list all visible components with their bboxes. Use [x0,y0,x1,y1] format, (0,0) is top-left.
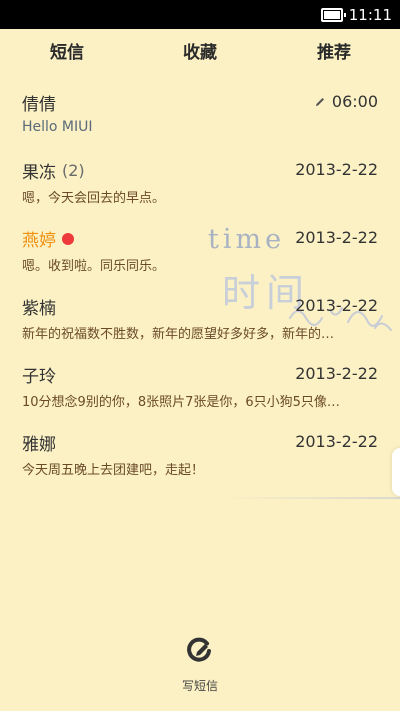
conversation-date: 2013-2-22 [295,432,378,451]
conversation-item[interactable]: 倩倩 06:00 Hello MIUI [0,77,400,145]
wallpaper-line [222,497,400,499]
contact-name: 雅娜 [22,435,56,455]
contact-name: 果冻 (2) [22,161,85,183]
status-clock: 11:11 [348,5,392,24]
conversation-list: 倩倩 06:00 Hello MIUI 果冻 (2) 2013-2-22 嗯，今… [0,77,400,485]
conversation-item[interactable]: 雅娜 2013-2-22 今天周五晚上去团建吧，走起！ [0,417,400,485]
tab-recommend[interactable]: 推荐 [317,29,351,77]
tab-bar: 短信 收藏 推荐 [0,29,400,77]
conversation-date: 2013-2-22 [295,364,378,383]
message-preview: 10分想念9别的你，8张照片7张是你，6只小狗5只像… [22,395,340,410]
conversation-item[interactable]: 紫楠 2013-2-22 新年的祝福数不胜数，新年的愿望好多好多，新年的… [0,281,400,349]
status-bar: 11:11 [0,0,400,29]
compose-label: 写短信 [181,679,218,693]
contact-name: 倩倩 [22,95,56,115]
tab-sms[interactable]: 短信 [50,29,84,77]
message-preview: 今天周五晚上去团建吧，走起！ [22,463,205,478]
message-preview: 嗯，今天会回去的早点。 [22,191,166,206]
conversation-date: 2013-2-22 [295,160,378,179]
conversation-item[interactable]: 子玲 2013-2-22 10分想念9别的你，8张照片7张是你，6只小狗5只像… [0,349,400,417]
conversation-date: 2013-2-22 [295,228,378,247]
contact-name: 子玲 [22,367,56,387]
conversation-time: 06:00 [314,92,378,111]
contact-name: 紫楠 [22,299,56,319]
message-preview: 新年的祝福数不胜数，新年的愿望好多好多，新年的… [22,327,335,342]
unread-dot-icon [62,232,74,245]
message-preview: Hello MIUI [22,119,93,135]
compose-message-button[interactable]: 写短信 [160,628,240,698]
conversation-date: 2013-2-22 [295,296,378,315]
conversation-item[interactable]: 果冻 (2) 2013-2-22 嗯，今天会回去的早点。 [0,145,400,213]
tab-favorites[interactable]: 收藏 [183,29,217,77]
message-count: (2) [62,161,85,180]
compose-icon [187,637,211,662]
status-right: 11:11 [320,0,392,29]
message-preview: 嗯。收到啦。同乐同乐。 [22,259,166,274]
battery-icon [320,7,346,22]
contact-name-unread: 燕婷 [22,226,74,251]
draft-pencil-icon [315,97,324,106]
conversation-item[interactable]: 燕婷 2013-2-22 嗯。收到啦。同乐同乐。 [0,213,400,281]
